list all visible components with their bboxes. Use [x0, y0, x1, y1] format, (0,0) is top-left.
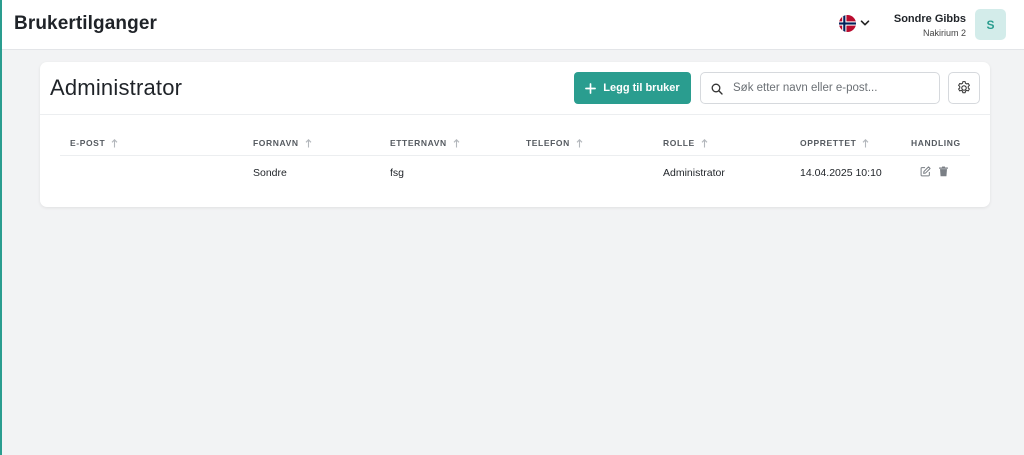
sort-arrow-icon: [111, 138, 118, 147]
add-user-button[interactable]: Legg til bruker: [574, 72, 691, 104]
gear-icon: [958, 81, 970, 94]
language-selector[interactable]: [839, 13, 870, 33]
column-header-created[interactable]: OPPRETTET: [800, 138, 869, 148]
user-organization: Nakirium 2: [922, 28, 966, 38]
table-row[interactable]: Sondre fsg Administrator 14.04.2025 10:1…: [60, 156, 970, 188]
column-header-email[interactable]: E-POST: [70, 138, 118, 148]
top-bar: Brukertilganger Sondre Gibbs Nakirium 2 …: [2, 0, 1024, 50]
sort-arrow-icon: [701, 138, 708, 147]
norway-flag-icon: [839, 14, 856, 32]
row-actions: [920, 166, 949, 177]
search-input[interactable]: [733, 73, 933, 103]
trash-icon[interactable]: [938, 166, 949, 177]
cell-last-name: fsg: [390, 167, 405, 179]
search-box: [700, 72, 940, 104]
column-header-last-name[interactable]: ETTERNAVN: [390, 138, 460, 148]
edit-icon[interactable]: [920, 166, 931, 177]
settings-button[interactable]: [948, 72, 980, 104]
cell-role: Administrator: [663, 167, 725, 179]
cell-first-name: Sondre: [253, 167, 287, 179]
card-header: Administrator Legg til bruker: [40, 62, 990, 115]
card-title: Administrator: [50, 75, 183, 100]
cell-created: 14.04.2025 10:10: [800, 167, 882, 179]
column-header-role[interactable]: ROLLE: [663, 138, 708, 148]
table-header: E-POST FORNAVN ETTERNAVN TELEFON ROLLE O…: [60, 131, 970, 156]
search-icon: [711, 83, 723, 95]
avatar[interactable]: S: [975, 9, 1006, 40]
page-title: Brukertilganger: [14, 13, 157, 34]
sort-arrow-icon: [863, 138, 869, 147]
user-info[interactable]: Sondre Gibbs Nakirium 2: [894, 12, 966, 39]
admin-card: Administrator Legg til bruker Søk etter …: [40, 62, 990, 207]
app-frame: Brukertilganger Sondre Gibbs Nakirium 2 …: [0, 0, 1024, 455]
user-name: Sondre Gibbs: [893, 13, 966, 25]
plus-icon: [585, 82, 597, 94]
users-table: E-POST FORNAVN ETTERNAVN TELEFON ROLLE O…: [60, 131, 970, 188]
column-header-actions: HANDLING: [911, 138, 961, 148]
column-header-phone[interactable]: TELEFON: [526, 138, 583, 148]
column-header-first-name[interactable]: FORNAVN: [253, 138, 312, 148]
sort-arrow-icon: [305, 138, 311, 147]
add-user-label: Legg til bruker: [603, 82, 680, 94]
sort-arrow-icon: [576, 138, 583, 147]
chevron-down-icon: [860, 20, 870, 26]
sort-arrow-icon: [453, 138, 460, 147]
